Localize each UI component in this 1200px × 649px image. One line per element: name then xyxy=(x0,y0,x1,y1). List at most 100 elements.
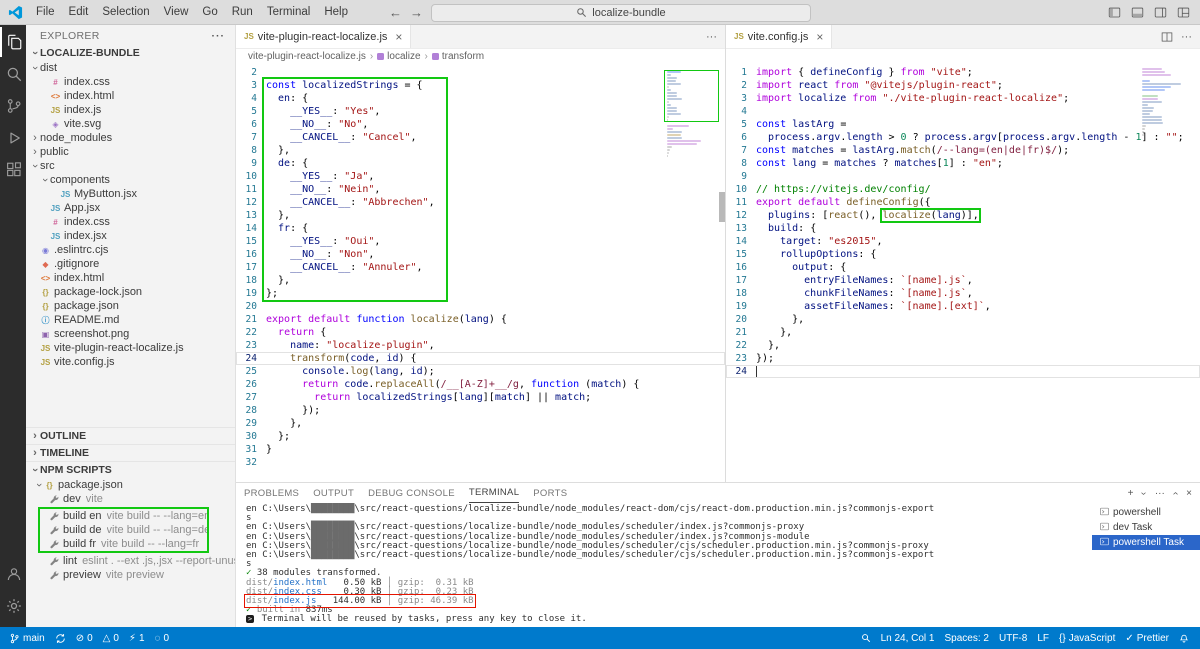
extensions-icon[interactable] xyxy=(0,155,26,185)
maximize-panel-icon[interactable]: › xyxy=(1170,491,1181,494)
tree-item-screenshot-png[interactable]: ▣ screenshot.png xyxy=(26,327,235,341)
customize-layout-icon[interactable] xyxy=(1177,6,1190,19)
new-terminal-icon[interactable]: + xyxy=(1128,488,1134,499)
tree-item-readme-md[interactable]: ⓘ README.md xyxy=(26,313,235,327)
search-box[interactable]: localize-bundle xyxy=(431,3,811,22)
menu-help[interactable]: Help xyxy=(317,0,355,24)
status-item-lf[interactable]: LF xyxy=(1032,627,1054,649)
tree-item-vite-svg[interactable]: ◈ vite.svg xyxy=(26,117,235,131)
tree-item-dist[interactable]: › dist xyxy=(26,61,235,75)
status-item-bell[interactable] xyxy=(1174,627,1194,649)
breadcrumb-item-transform[interactable]: transform xyxy=(431,51,484,62)
tab-vite-plugin-react-localize-js[interactable]: JS vite-plugin-react-localize.js × xyxy=(236,25,412,48)
account-icon[interactable] xyxy=(0,559,26,589)
status-item-search[interactable] xyxy=(856,627,876,649)
split-editor-icon[interactable] xyxy=(1161,31,1173,43)
status-item-sync[interactable] xyxy=(50,627,71,649)
editor-more-actions-icon[interactable]: ··· xyxy=(706,31,717,43)
minimap[interactable] xyxy=(664,68,719,161)
tree-item-index-html[interactable]: <> index.html xyxy=(26,89,235,103)
toggle-panel-icon[interactable] xyxy=(1131,6,1144,19)
tree-item-vite-config-js[interactable]: JS vite.config.js xyxy=(26,355,235,369)
terminal-list-item-powershell-task[interactable]: powershell Task xyxy=(1092,535,1200,550)
npm-scripts-section-header[interactable]: › NPM SCRIPTS xyxy=(26,461,235,478)
terminal-output[interactable]: en C:\Users\████████\src/react-questions… xyxy=(236,503,1092,627)
terminal-list-item-powershell[interactable]: powershell xyxy=(1092,505,1200,520)
menu-go[interactable]: Go xyxy=(195,0,224,24)
status-item-braces[interactable]: {} JavaScript xyxy=(1054,627,1120,649)
timeline-section-header[interactable]: › TIMELINE xyxy=(26,444,235,461)
breadcrumb-item-localize[interactable]: localize xyxy=(377,51,421,62)
status-item-check[interactable]: ✓ Prettier xyxy=(1120,627,1174,649)
menu-file[interactable]: File xyxy=(29,0,62,24)
settings-icon[interactable] xyxy=(0,591,26,621)
npm-script-preview[interactable]: preview vite preview xyxy=(26,568,235,582)
breadcrumb-item-vite-plugin-react-localize-js[interactable]: vite-plugin-react-localize.js xyxy=(248,51,366,62)
minimap[interactable] xyxy=(1142,68,1194,140)
npm-script-build-de[interactable]: build de vite build -- --lang=de xyxy=(40,523,207,537)
tree-item-eslintrc-cjs[interactable]: ◉ .eslintrc.cjs xyxy=(26,243,235,257)
status-item-zap[interactable]: ⚡ 1 xyxy=(124,627,150,649)
tree-item-mybutton-jsx[interactable]: JS MyButton.jsx xyxy=(26,187,235,201)
source-control-icon[interactable] xyxy=(0,91,26,121)
terminal-list-item-dev-task[interactable]: dev Task xyxy=(1092,520,1200,535)
run-debug-icon[interactable] xyxy=(0,123,26,153)
code-editor-left[interactable]: 2 3 const localizedStrings = {4 en: {5 __Y… xyxy=(236,64,725,482)
tree-item-index-jsx[interactable]: JS index.jsx xyxy=(26,229,235,243)
panel-more-actions-icon[interactable]: ··· xyxy=(1155,488,1165,499)
status-item-spaces-2[interactable]: Spaces: 2 xyxy=(940,627,994,649)
back-icon[interactable]: ← xyxy=(389,0,402,25)
tree-item-vite-plugin-react-localize-js[interactable]: JS vite-plugin-react-localize.js xyxy=(26,341,235,355)
tree-item-src[interactable]: › src xyxy=(26,159,235,173)
panel-tab-problems[interactable]: PROBLEMS xyxy=(244,484,299,503)
code-editor-right[interactable]: 1 import { defineConfig } from "vite"; 2 im… xyxy=(726,64,1200,482)
menu-run[interactable]: Run xyxy=(225,0,260,24)
status-item-warning[interactable]: △ 0 xyxy=(98,627,124,649)
tree-item-index-css[interactable]: # index.css xyxy=(26,215,235,229)
tree-item-package-lock-json[interactable]: {} package-lock.json xyxy=(26,285,235,299)
menu-edit[interactable]: Edit xyxy=(62,0,96,24)
tree-item-node-modules[interactable]: › node_modules xyxy=(26,131,235,145)
tree-item-index-js[interactable]: JS index.js xyxy=(26,103,235,117)
search-icon[interactable] xyxy=(0,59,26,89)
panel-tab-ports[interactable]: PORTS xyxy=(533,484,567,503)
token: const xyxy=(266,80,297,91)
status-item-ln-24-col-1[interactable]: Ln 24, Col 1 xyxy=(876,627,940,649)
close-tab-icon[interactable]: × xyxy=(816,30,823,44)
tree-item-app-jsx[interactable]: JS App.jsx xyxy=(26,201,235,215)
menu-terminal[interactable]: Terminal xyxy=(260,0,317,24)
npm-script-dev[interactable]: dev vite xyxy=(26,492,235,506)
outline-section-header[interactable]: › OUTLINE xyxy=(26,427,235,444)
npm-script-build-fr[interactable]: build fr vite build -- --lang=fr xyxy=(40,537,207,551)
tree-item-index-html[interactable]: <> index.html xyxy=(26,271,235,285)
tree-item-index-css[interactable]: # index.css xyxy=(26,75,235,89)
status-item-error[interactable]: ⊘ 0 xyxy=(71,627,98,649)
scrollbar-thumb[interactable] xyxy=(719,192,725,222)
explorer-icon[interactable] xyxy=(0,27,26,57)
tree-item-package-json[interactable]: {} package.json xyxy=(26,299,235,313)
tree-item-public[interactable]: › public xyxy=(26,145,235,159)
npm-script-lint[interactable]: lint eslint . --ext .js,.jsx --report-unu… xyxy=(26,554,235,568)
toggle-sidebar-icon[interactable] xyxy=(1108,6,1121,19)
workspace-root-folder[interactable]: › LOCALIZE-BUNDLE xyxy=(26,45,235,61)
tree-item-components[interactable]: › components xyxy=(26,173,235,187)
forward-icon[interactable]: → xyxy=(410,0,423,25)
tab-vite-config-js[interactable]: JS vite.config.js × xyxy=(726,25,833,48)
npm-package-json[interactable]: › {} package.json xyxy=(26,478,235,492)
close-tab-icon[interactable]: × xyxy=(395,30,402,44)
tree-item-gitignore[interactable]: ◆ .gitignore xyxy=(26,257,235,271)
panel-tab-terminal[interactable]: TERMINAL xyxy=(468,483,520,503)
toggle-secondary-sidebar-icon[interactable] xyxy=(1154,6,1167,19)
menu-view[interactable]: View xyxy=(157,0,196,24)
editor-more-actions-icon[interactable]: ··· xyxy=(1181,31,1192,43)
npm-script-build-en[interactable]: build en vite build -- --lang=en xyxy=(40,509,207,523)
terminal-dropdown-icon[interactable]: › xyxy=(1139,491,1150,494)
status-item-circle[interactable]: ◌ 0 xyxy=(150,627,175,649)
status-item-utf-8[interactable]: UTF-8 xyxy=(994,627,1032,649)
explorer-more-actions-icon[interactable]: ··· xyxy=(212,30,226,42)
status-item-branch[interactable]: main xyxy=(4,627,50,649)
menu-selection[interactable]: Selection xyxy=(95,0,156,24)
close-panel-icon[interactable]: × xyxy=(1186,488,1192,499)
panel-tab-debug-console[interactable]: DEBUG CONSOLE xyxy=(368,484,455,503)
panel-tab-output[interactable]: OUTPUT xyxy=(313,484,354,503)
